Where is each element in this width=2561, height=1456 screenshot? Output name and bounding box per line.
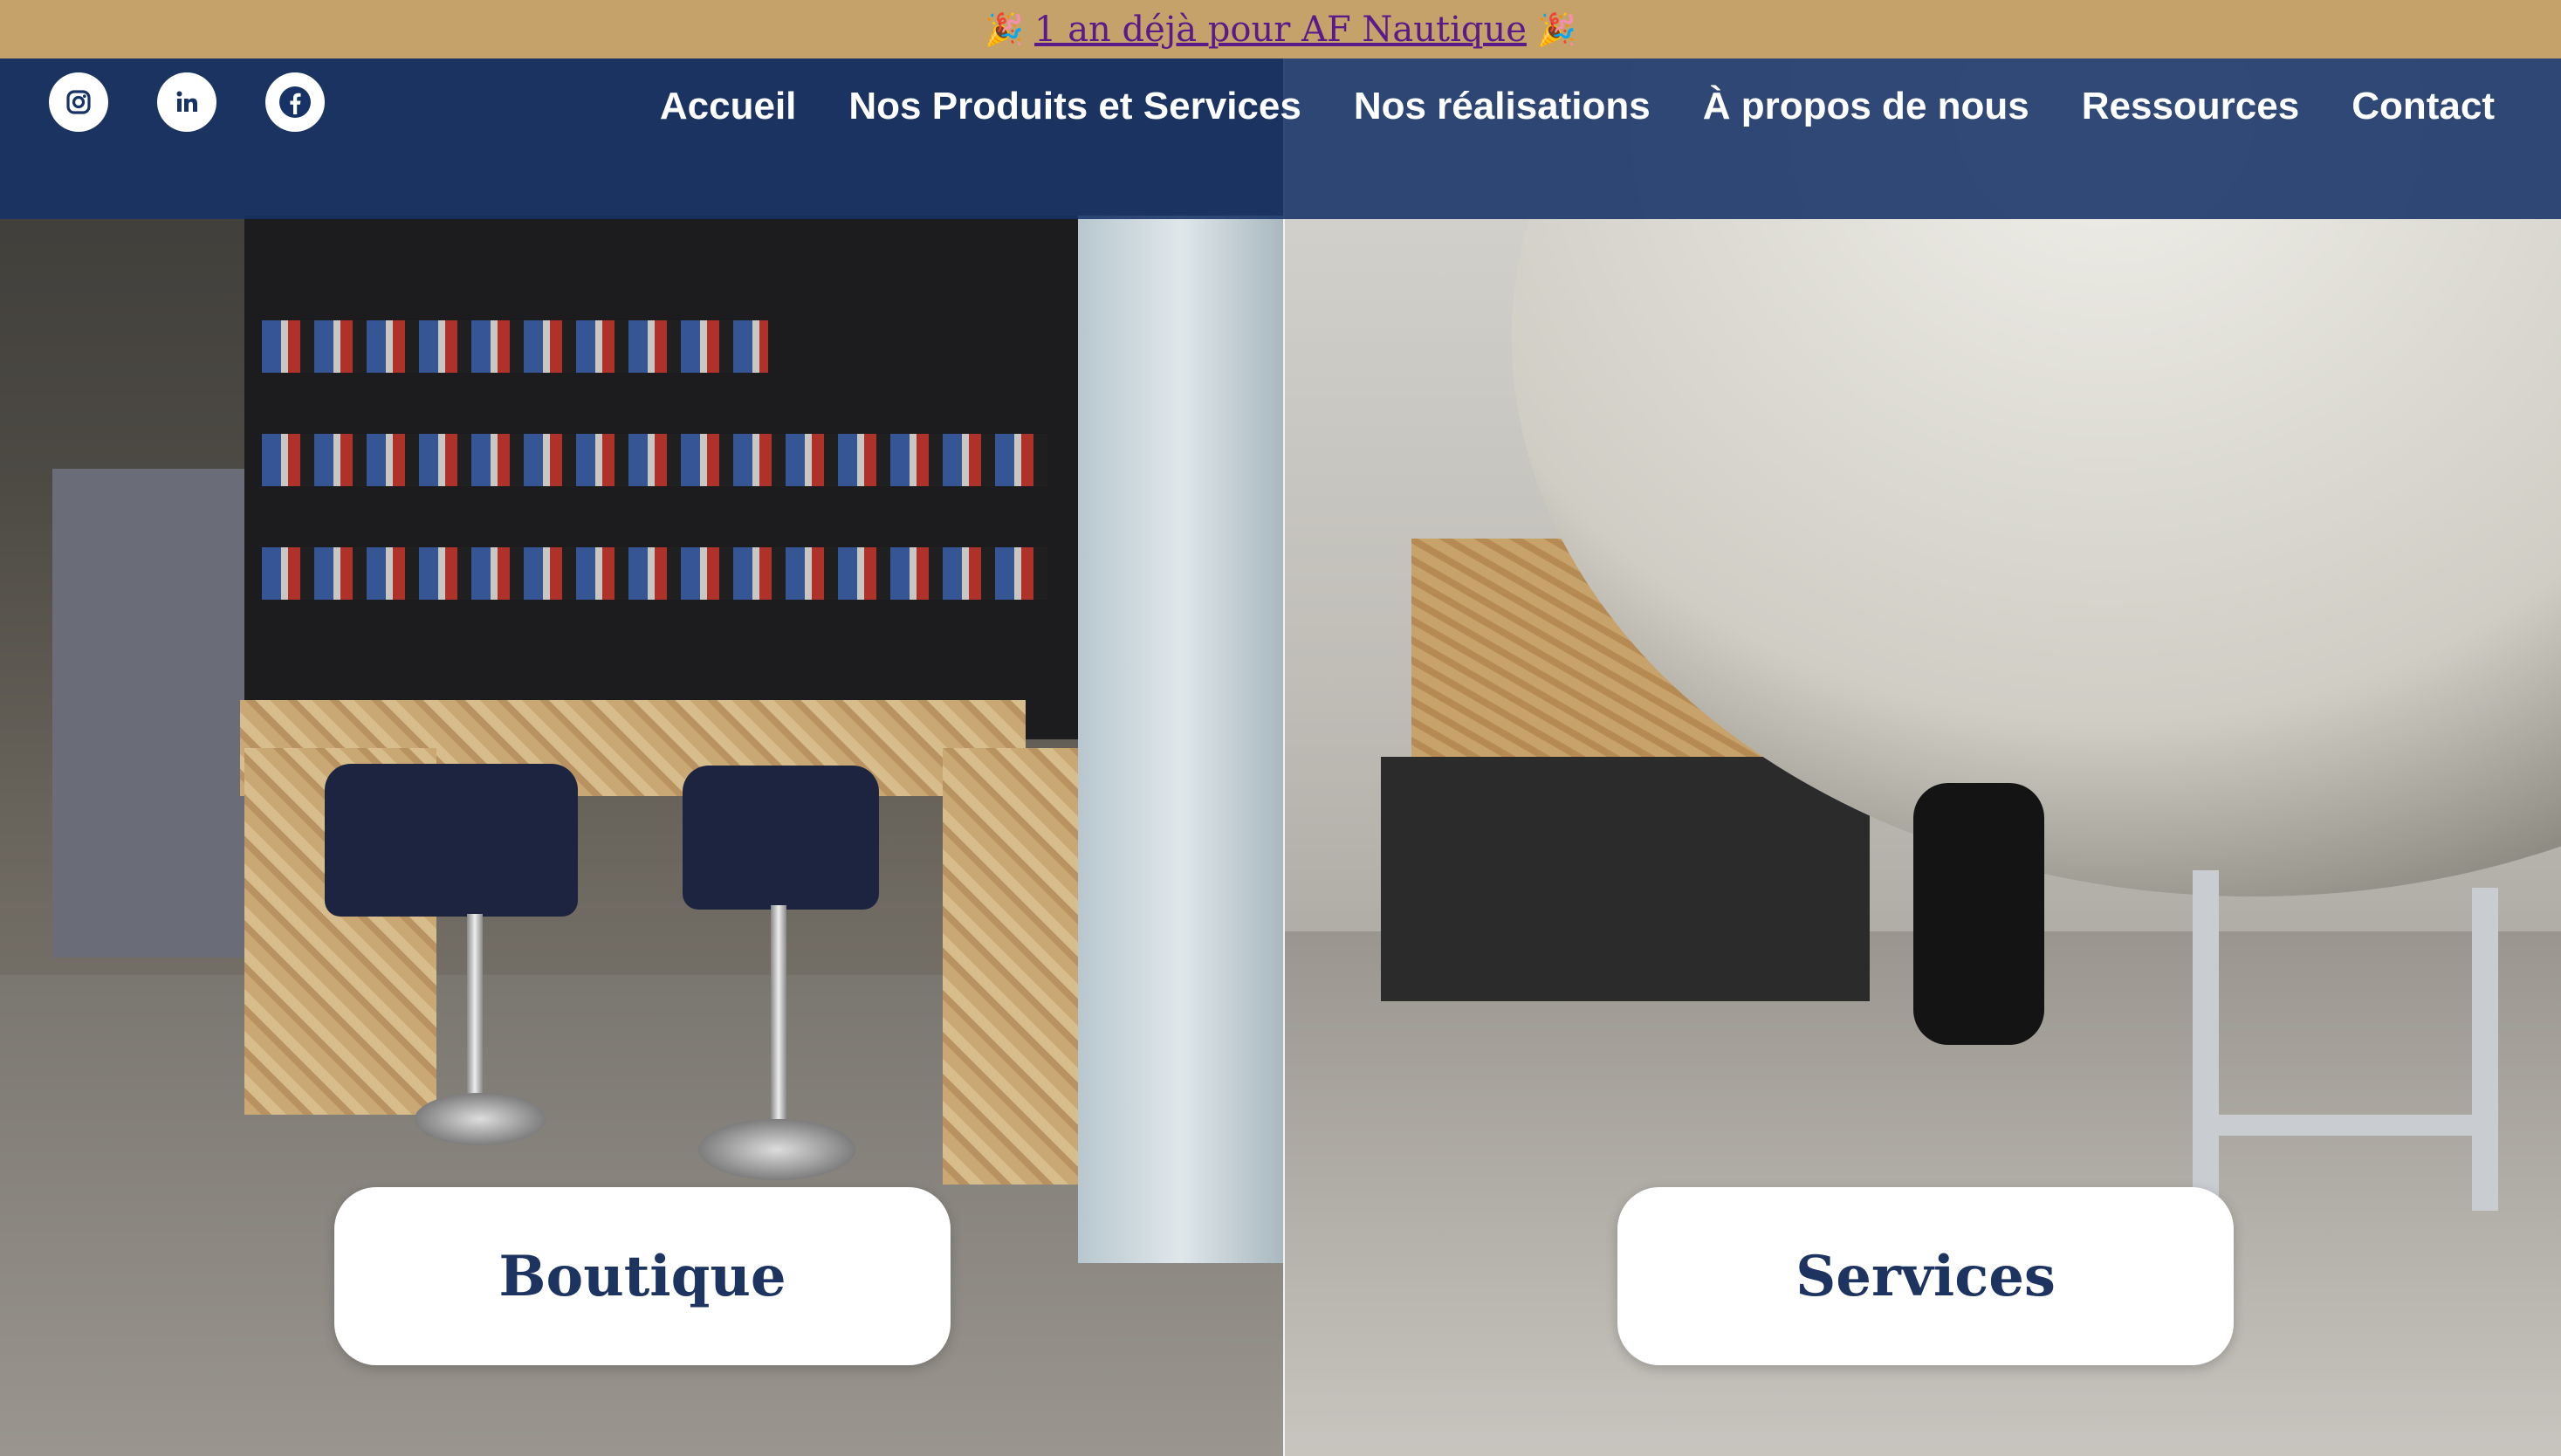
workbench (1381, 757, 1870, 1001)
boat-stand (2193, 1115, 2498, 1136)
mechanic (1913, 783, 2044, 1045)
linkedin-glyph (176, 91, 197, 112)
shelf-products (262, 547, 1047, 600)
nav-realisations[interactable]: Nos réalisations (1354, 85, 1651, 128)
boat-stand (2472, 888, 2498, 1211)
party-popper-icon: 🎉 (1536, 11, 1576, 48)
shelf-products (262, 434, 1047, 486)
stool-base (415, 1093, 546, 1145)
instagram-glyph (66, 90, 91, 114)
party-popper-icon: 🎉 (985, 11, 1025, 48)
wall-pillar (1078, 216, 1283, 1263)
display-rack (52, 469, 244, 958)
main-navbar: Accueil Nos Produits et Services Nos réa… (0, 58, 2561, 219)
nav-accueil[interactable]: Accueil (660, 85, 797, 128)
announcement-link[interactable]: 1 an déjà pour AF Nautique (1034, 10, 1527, 50)
social-links (49, 72, 325, 132)
nav-contact[interactable]: Contact (2352, 85, 2495, 128)
bar-stool (325, 764, 578, 917)
linkedin-icon[interactable] (157, 72, 216, 132)
nav-menu: Accueil Nos Produits et Services Nos réa… (660, 85, 2495, 128)
services-button[interactable]: Services (1617, 1187, 2234, 1365)
facebook-icon[interactable] (265, 72, 325, 132)
nav-produits-services[interactable]: Nos Produits et Services (848, 85, 1301, 128)
stool-leg (771, 905, 786, 1119)
stool-base (698, 1119, 855, 1180)
stool-leg (467, 914, 483, 1115)
nav-a-propos[interactable]: À propos de nous (1703, 85, 2029, 128)
shelf-products (262, 320, 768, 373)
boutique-button[interactable]: Boutique (334, 1187, 951, 1365)
counter-side (943, 748, 1100, 1185)
instagram-icon[interactable] (49, 72, 108, 132)
nav-ressources[interactable]: Ressources (2082, 85, 2299, 128)
bar-stool (683, 766, 879, 910)
announcement-bar: 🎉 1 an déjà pour AF Nautique 🎉 (0, 0, 2561, 58)
facebook-glyph (279, 86, 311, 118)
